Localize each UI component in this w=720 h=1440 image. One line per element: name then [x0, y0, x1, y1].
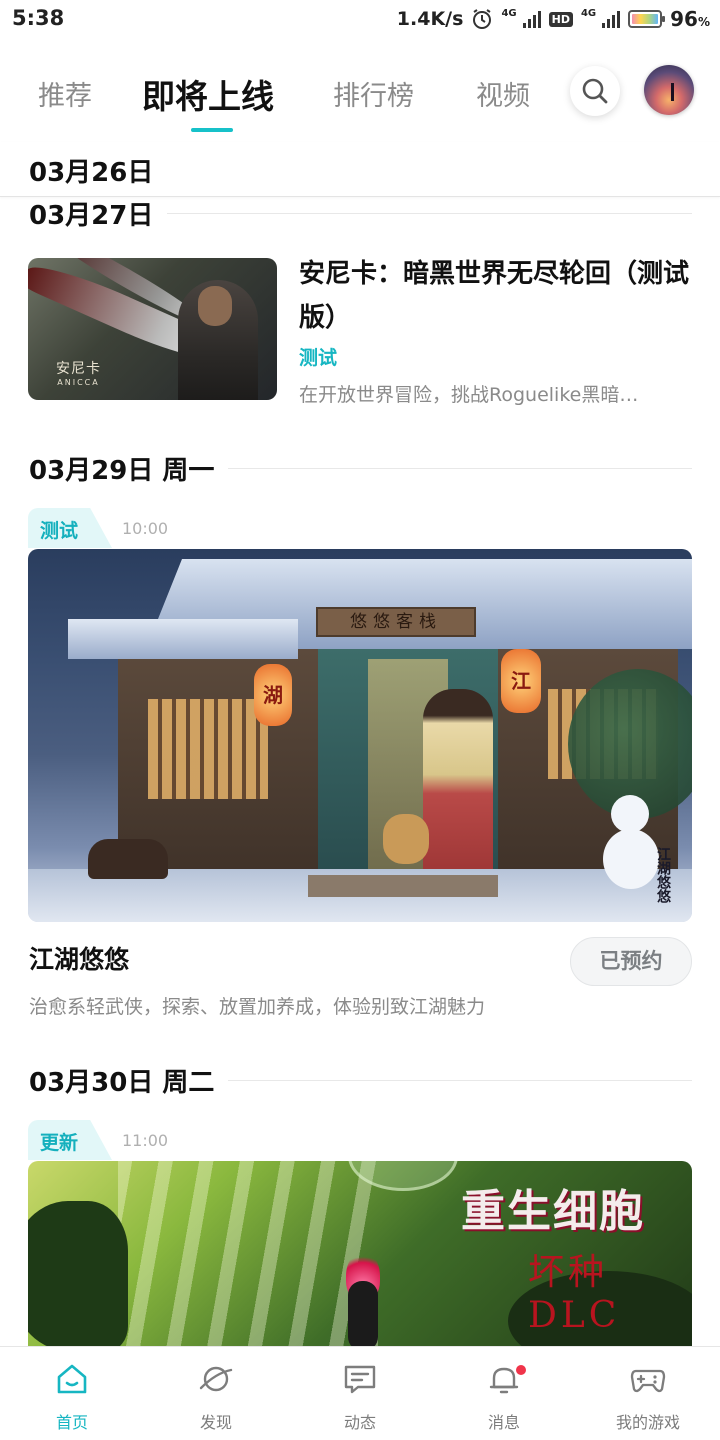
notification-dot	[514, 1363, 528, 1377]
status-bar: 5:38 1.4K/s 4G HD 4G 96%	[0, 0, 720, 40]
signal-icon	[522, 10, 541, 28]
release-time: 11:00	[122, 1131, 169, 1150]
chat-icon	[344, 1365, 376, 1394]
date-label: 03月29日 周一	[29, 455, 215, 486]
inn-sign: 悠悠客栈	[316, 607, 476, 637]
sticky-date-label: 03月26日	[29, 158, 154, 188]
status-time: 5:38	[12, 6, 65, 30]
date-divider	[228, 1079, 692, 1081]
release-time: 10:00	[122, 519, 169, 538]
nav-my-games[interactable]: 我的游戏	[576, 1347, 720, 1440]
status-icons: 1.4K/s 4G HD 4G 96%	[397, 7, 710, 31]
release-type-badge: 更新	[28, 1120, 112, 1160]
tab-videos[interactable]: 视频	[476, 74, 530, 113]
bottom-nav-bar: 首页 发现 动态 消息 我的游戏	[0, 1346, 720, 1440]
game-tag: 测试	[299, 347, 338, 369]
battery-percent: 96%	[670, 7, 710, 31]
reserved-button[interactable]: 已预约	[570, 937, 692, 986]
game-banner[interactable]: 重生细胞 坏种DLC	[28, 1161, 692, 1351]
lantern: 湖	[254, 664, 292, 726]
date-label: 03月27日	[29, 200, 154, 231]
date-label: 03月30日 周二	[29, 1067, 215, 1098]
game-banner[interactable]: 悠悠客栈 湖 江 江湖悠悠	[28, 549, 692, 922]
tab-upcoming[interactable]: 即将上线	[142, 70, 274, 118]
game-title[interactable]: 江湖悠悠	[29, 940, 129, 976]
gamepad-icon	[630, 1369, 666, 1393]
nav-label: 发现	[199, 1413, 232, 1432]
nav-discover[interactable]: 发现	[144, 1347, 288, 1440]
search-icon	[582, 78, 608, 104]
date-header: 03月27日	[29, 196, 692, 231]
banner-title: 重生细胞	[461, 1186, 645, 1237]
release-type-badge: 测试	[28, 508, 112, 548]
sticky-date-header: 03月26日	[0, 142, 720, 197]
game-logo: 安尼卡 ANICCA	[56, 361, 101, 387]
lantern: 江	[501, 649, 541, 713]
net-type-2: 4G	[580, 7, 597, 19]
net-type-1: 4G	[501, 7, 517, 19]
hd-icon: HD	[548, 11, 573, 27]
date-divider	[167, 212, 692, 214]
game-thumbnail[interactable]: 安尼卡 ANICCA	[28, 258, 277, 400]
nav-label: 我的游戏	[615, 1413, 680, 1432]
tab-recommend[interactable]: 推荐	[38, 74, 92, 113]
search-button[interactable]	[570, 66, 620, 116]
nav-label: 动态	[343, 1413, 376, 1432]
date-divider	[228, 467, 692, 469]
date-header: 03月30日 周二	[29, 1063, 692, 1098]
user-avatar[interactable]	[644, 65, 694, 115]
alarm-icon	[473, 9, 492, 29]
nav-label: 消息	[487, 1413, 520, 1432]
nav-home[interactable]: 首页	[0, 1347, 144, 1440]
net-speed: 1.4K/s	[396, 8, 464, 30]
battery-icon	[628, 10, 666, 28]
game-title[interactable]: 安尼卡：暗黑世界无尽轮回（测试版）	[299, 252, 689, 340]
game-logo: 江湖悠悠	[655, 847, 671, 903]
nav-feed[interactable]: 动态	[288, 1347, 432, 1440]
home-icon	[57, 1364, 87, 1394]
banner-subtitle: 坏种DLC	[528, 1252, 621, 1336]
game-description: 在开放世界冒险，挑战Roguelike黑暗…	[299, 384, 639, 406]
planet-icon	[199, 1366, 233, 1392]
date-header: 03月29日 周一	[29, 451, 692, 486]
tab-rankings[interactable]: 排行榜	[333, 74, 414, 113]
signal-icon-2	[602, 10, 621, 28]
nav-messages[interactable]: 消息	[432, 1347, 576, 1440]
active-tab-indicator	[191, 128, 233, 132]
top-tab-bar: 推荐 即将上线 排行榜 视频	[0, 60, 720, 136]
game-description: 治愈系轻武侠，探索、放置加养成，体验别致江湖魅力	[29, 996, 486, 1018]
nav-label: 首页	[55, 1413, 88, 1432]
